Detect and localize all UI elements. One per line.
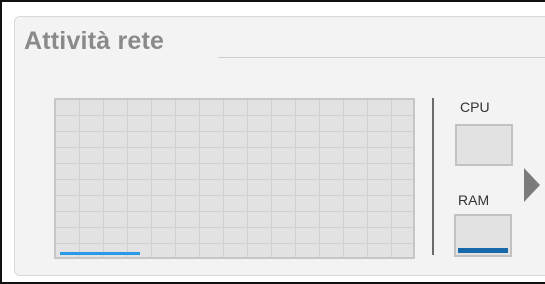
- cpu-meter: [455, 124, 513, 166]
- network-activity-line: [60, 252, 140, 255]
- ram-label: RAM: [458, 192, 490, 208]
- network-activity-graph: [54, 98, 415, 259]
- panel-title: Attività rete: [24, 27, 165, 55]
- vertical-divider: [432, 98, 434, 255]
- ram-meter: [454, 214, 512, 257]
- ram-meter-fill: [458, 248, 508, 253]
- triangle-right-icon[interactable]: [524, 168, 540, 202]
- cpu-label: CPU: [460, 99, 490, 115]
- title-separator: [218, 57, 545, 58]
- widget-frame: Attività rete CPU RAM: [0, 0, 545, 284]
